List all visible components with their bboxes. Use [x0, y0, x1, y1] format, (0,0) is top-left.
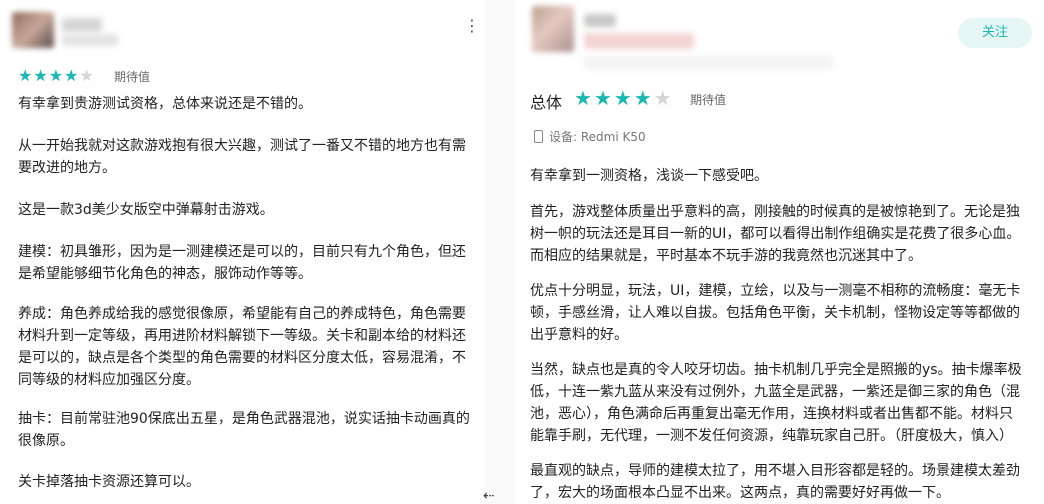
user-info	[584, 56, 834, 70]
overall-rating-label: 总体	[530, 93, 563, 112]
review-paragraph: 养成：角色养成给我的感觉很像原，希望能有自己的养成特色，角色需要 材料升到一定等…	[18, 306, 466, 388]
follow-button[interactable]: 关注	[958, 18, 1032, 48]
review-paragraph: 优点十分明显，玩法，UI，建模，立绘，以及与一测毫不相称的流畅度：毫无卡 顿，手…	[530, 283, 1021, 343]
device-label: 设备: Redmi K50	[549, 130, 646, 144]
username[interactable]	[62, 18, 102, 32]
avatar[interactable]	[532, 6, 574, 52]
left-review-card: ⋮ ★ ★ ★ ★ ★ 期待值 有幸拿到贵游测试资格，总体来说还是不错的。 从一…	[0, 0, 484, 504]
review-paragraph: 首先，游戏整体质量出乎意料的高，刚接触的时候真的是被惊艳到了。无论是独 树一帜的…	[530, 204, 1021, 264]
star-icon: ★	[593, 86, 612, 110]
review-paragraph: 有幸拿到贵游测试资格，总体来说还是不错的。	[18, 96, 312, 112]
star-empty-icon: ★	[653, 86, 672, 110]
review-paragraph: 最直观的缺点，导师的建模太拉了，用不堪入目形容都是轻的。场景建模太差劲 了，宏大…	[530, 463, 1020, 501]
star-icon: ★	[48, 66, 64, 85]
review-paragraph: 从一开始我就对这款游戏抱有很大兴趣，测试了一番又不错的地方也有需 要改进的地方。	[18, 138, 466, 176]
star-icon: ★	[18, 66, 33, 85]
review-paragraph: 抽卡：目前常驻池90保底出五星，是角色武器混池，说实话抽卡动画真的 很像原。	[18, 411, 470, 449]
rating-stars: ★ ★ ★ ★ ★	[574, 86, 672, 110]
device-info: 设备: Redmi K50	[534, 128, 646, 145]
review-paragraph: 有幸拿到一测资格，浅谈一下感受吧。	[530, 168, 768, 184]
star-icon: ★	[613, 86, 632, 110]
review-paragraph: 关卡掉落抽卡资源还算可以。	[18, 474, 200, 490]
star-empty-icon: ★	[79, 66, 94, 85]
divider	[484, 0, 514, 504]
back-arrow-icon[interactable]: ⇠	[483, 488, 495, 504]
right-review-card: 关注 总体 ★ ★ ★ ★ ★ 期待值 设备: Redmi K50 有幸拿到一测…	[514, 0, 1044, 504]
rating-stars: ★ ★ ★ ★ ★	[18, 66, 94, 85]
username-detail	[62, 34, 118, 46]
username[interactable]	[584, 14, 616, 27]
phone-icon	[534, 130, 543, 143]
review-paragraph: 建模：初具雏形，因为是一测建模还是可以的，目前只有九个角色，但还 是希望能够细节…	[18, 244, 466, 282]
star-icon: ★	[574, 86, 592, 110]
username-detail	[584, 33, 694, 49]
star-icon: ★	[633, 86, 652, 110]
rating-label: 期待值	[690, 93, 727, 107]
more-options-icon[interactable]: ⋮	[464, 16, 480, 36]
review-paragraph: 当然，缺点也是真的令人咬牙切齿。抽卡机制几乎完全是照搬的ys。抽卡爆率极 低，十…	[530, 362, 1022, 444]
rating-label: 期待值	[114, 70, 151, 84]
review-paragraph: 这是一款3d美少女版空中弹幕射击游戏。	[18, 202, 274, 218]
star-icon: ★	[33, 66, 48, 85]
avatar[interactable]	[12, 12, 54, 48]
star-icon: ★	[64, 66, 79, 85]
